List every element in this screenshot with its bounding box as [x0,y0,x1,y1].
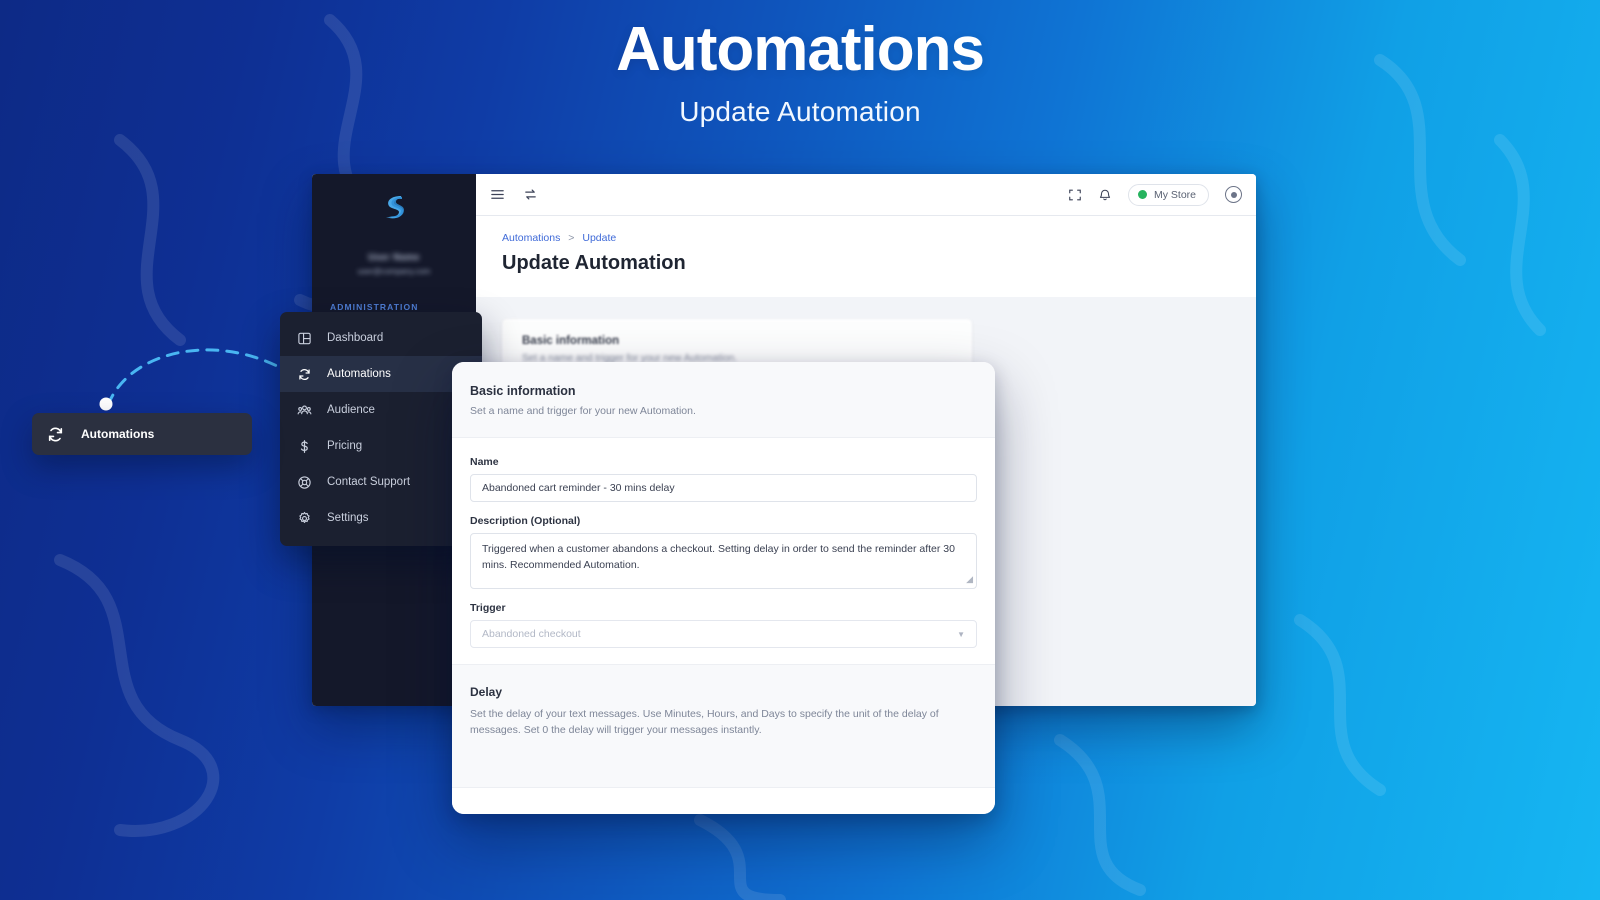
description-label: Description (Optional) [470,515,977,527]
store-selector-label: My Store [1154,189,1196,201]
delay-description: Set the delay of your text messages. Use… [470,706,977,739]
modal-footer [452,788,995,814]
sidebar-item-label: Pricing [327,440,362,452]
field-name: Name Abandoned cart reminder - 30 mins d… [470,456,977,502]
sidebar-item-label: Dashboard [327,332,383,344]
resize-grip-icon[interactable]: ◢ [966,573,973,587]
modal-subtitle: Set a name and trigger for your new Auto… [470,405,977,417]
callout-label: Automations [81,427,154,441]
store-selector-pill[interactable]: My Store [1128,184,1209,206]
trigger-select-value: Abandoned checkout [482,628,581,640]
gear-settings-icon [296,510,313,527]
fullscreen-expand-icon[interactable] [1068,188,1082,202]
basic-information-modal: Basic information Set a name and trigger… [452,362,995,814]
modal-form: Name Abandoned cart reminder - 30 mins d… [452,438,995,664]
brand-area [312,174,476,228]
breadcrumb: Automations > Update [502,232,1230,244]
topbar-left-group [490,187,538,202]
description-textarea-value: Triggered when a customer abandons a che… [482,543,955,571]
notification-bell-icon[interactable] [1098,188,1112,202]
screenshot-stage: Automations Update Automation User Name … [0,0,1600,900]
breadcrumb-parent-link[interactable]: Automations [502,232,560,244]
sidebar-item-label: Audience [327,404,375,416]
user-account-icon[interactable] [1225,186,1242,203]
dollar-sign-icon [296,438,313,455]
app-page-header: Automations > Update Update Automation [476,216,1256,297]
page-hero-title: Automations [0,16,1600,84]
page-title: Update Automation [502,252,1230,275]
transfer-arrows-icon[interactable] [523,187,538,202]
background-card-title: Basic information [522,335,952,347]
people-group-icon [296,402,313,419]
field-description: Description (Optional) Triggered when a … [470,515,977,589]
trigger-label: Trigger [470,602,977,614]
field-trigger: Trigger Abandoned checkout ▼ [470,602,977,648]
hero-block: Automations Update Automation [0,16,1600,128]
callout-card-automations[interactable]: Automations [32,413,252,455]
breadcrumb-separator: > [568,232,574,244]
breadcrumb-current[interactable]: Update [582,232,616,244]
sidebar-item-label: Automations [327,368,391,380]
sidebar-user-email: user@company.com [322,267,466,276]
modal-header: Basic information Set a name and trigger… [452,362,995,438]
store-status-dot-icon [1138,190,1147,199]
topbar-right-group: My Store [1068,184,1242,206]
sidebar-section-label: ADMINISTRATION [312,302,476,312]
sidebar-item-label: Contact Support [327,476,410,488]
trigger-select[interactable]: Abandoned checkout ▼ [470,620,977,648]
delay-title: Delay [470,685,977,699]
lifebuoy-support-icon [296,474,313,491]
description-textarea[interactable]: Triggered when a customer abandons a che… [470,533,977,589]
hamburger-menu-icon[interactable] [490,187,505,202]
brand-s-logo-icon [381,193,407,221]
automation-cycle-icon [296,366,313,383]
delay-section: Delay Set the delay of your text message… [452,664,995,788]
sidebar-item-dashboard[interactable]: Dashboard [280,320,482,356]
modal-title: Basic information [470,384,977,398]
sidebar-user-name: User Name [322,252,466,262]
name-label: Name [470,456,977,468]
chevron-down-icon: ▼ [957,630,965,639]
sidebar-item-label: Settings [327,512,369,524]
sidebar-user-block: User Name user@company.com [312,252,476,276]
automation-cycle-icon [46,425,65,444]
page-hero-subtitle: Update Automation [0,96,1600,128]
dashboard-layout-icon [296,330,313,347]
name-input[interactable]: Abandoned cart reminder - 30 mins delay [470,474,977,502]
app-topbar: My Store [476,174,1256,216]
